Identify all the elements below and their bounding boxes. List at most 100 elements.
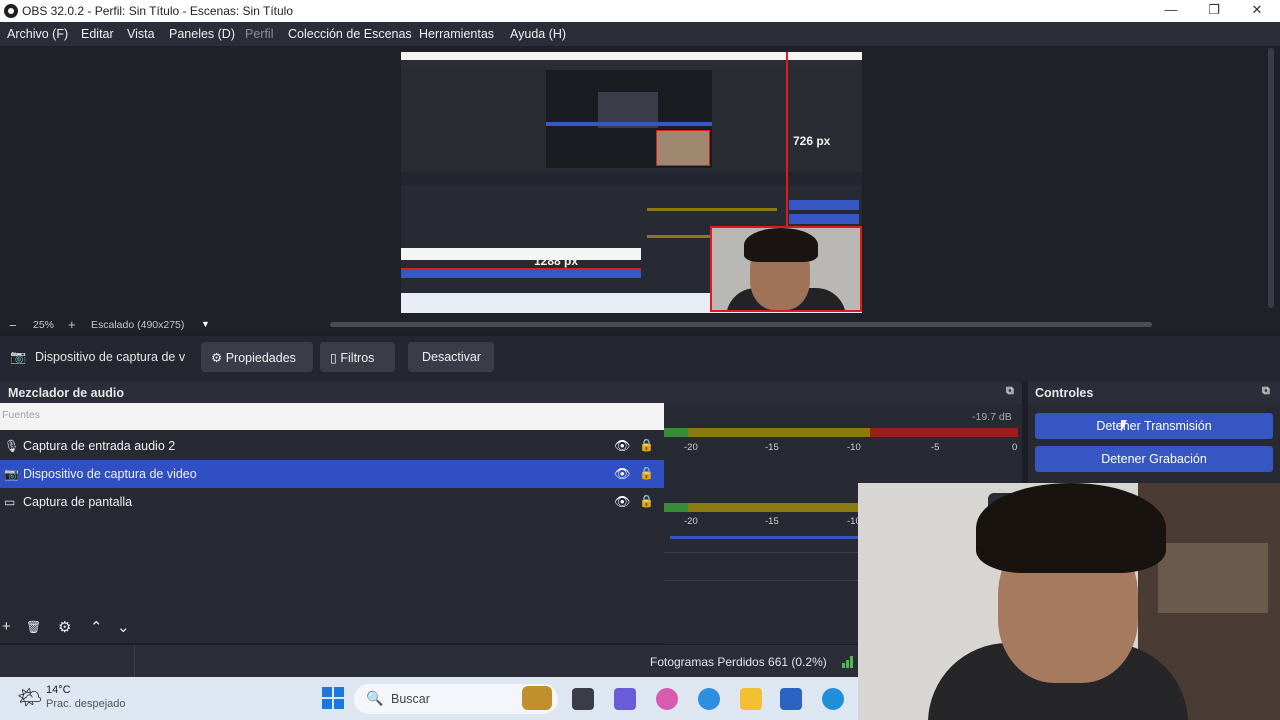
person-hair bbox=[976, 483, 1166, 573]
remove-source-button[interactable]: 🗑 bbox=[26, 620, 41, 634]
nested-toolbar bbox=[401, 172, 862, 186]
search-icon: 🔍 bbox=[366, 690, 384, 706]
monitor-icon: ▭ bbox=[4, 495, 16, 509]
source-row-audio-input[interactable]: 🎙 Captura de entrada audio 2 👁 🔒 bbox=[0, 432, 664, 460]
obs-logo-icon bbox=[4, 4, 18, 18]
microphone-icon: 🎙 bbox=[4, 439, 20, 453]
divider bbox=[664, 580, 858, 581]
volume-slider[interactable] bbox=[670, 536, 858, 539]
meter-green bbox=[664, 428, 688, 437]
tick-label: -10 bbox=[847, 442, 861, 453]
visibility-eye-icon[interactable]: 👁 bbox=[614, 466, 631, 482]
source-toolbar: 📷 Dispositivo de captura de v ⚙ Propieda… bbox=[0, 336, 1280, 382]
menu-editar[interactable]: Editar bbox=[81, 27, 114, 41]
background-shelf bbox=[1158, 543, 1268, 613]
selected-camera-source[interactable] bbox=[710, 226, 862, 312]
dock-undock-icon[interactable]: ⧉ bbox=[1006, 385, 1014, 398]
meter-yellow bbox=[688, 428, 870, 437]
nested-title-bar bbox=[401, 52, 862, 60]
widget-image-icon[interactable] bbox=[522, 686, 552, 710]
properties-button[interactable]: ⚙ Propiedades bbox=[201, 342, 313, 372]
source-label: Dispositivo de captura de video bbox=[23, 467, 197, 481]
restore-button[interactable]: ❐ bbox=[1199, 2, 1229, 20]
move-down-button[interactable]: ⌄ bbox=[117, 618, 130, 636]
status-divider bbox=[134, 645, 135, 677]
meter-yellow-2 bbox=[688, 503, 858, 512]
tick-label: -20 bbox=[684, 516, 698, 527]
active-source-name: Dispositivo de captura de v bbox=[35, 350, 186, 364]
zoom-level: 25% bbox=[33, 319, 55, 331]
zoom-out-button[interactable]: − bbox=[9, 318, 17, 333]
scaling-dropdown-icon[interactable]: ▼ bbox=[201, 319, 210, 329]
sources-header: Fuentes bbox=[0, 403, 664, 430]
camera-icon: 📷 bbox=[10, 349, 27, 364]
mixer-db-value: -19.7 dB bbox=[972, 411, 1012, 423]
menu-paneles[interactable]: Paneles (D) bbox=[169, 27, 235, 41]
tick-label: -20 bbox=[684, 442, 698, 453]
window-title: OBS 32.0.2 - Perfil: Sin Título - Escena… bbox=[22, 4, 294, 18]
menu-perfil: Perfil bbox=[245, 27, 274, 41]
tick-label: -5 bbox=[931, 442, 940, 453]
source-label: Captura de pantalla bbox=[23, 495, 133, 509]
width-guide-line bbox=[401, 268, 641, 270]
microsoft-store-icon[interactable] bbox=[780, 688, 802, 710]
height-guide-label: 726 px bbox=[793, 134, 831, 148]
teams-icon[interactable] bbox=[614, 688, 636, 710]
nested-preview bbox=[546, 70, 712, 168]
zoom-in-button[interactable]: + bbox=[68, 317, 76, 332]
source-label: Captura de entrada audio 2 bbox=[23, 439, 176, 453]
minimize-button[interactable]: — bbox=[1156, 2, 1186, 20]
task-view-icon[interactable] bbox=[572, 688, 594, 710]
properties-label: Propiedades bbox=[225, 351, 296, 365]
menu-bar: Archivo (F) Editar Vista Paneles (D) Per… bbox=[0, 22, 1280, 46]
menu-herramientas[interactable]: Herramientas bbox=[419, 27, 494, 41]
controls-header: Controles ⧉ bbox=[1028, 382, 1280, 404]
source-row-screen-capture[interactable]: ▭ Captura de pantalla 👁 🔒 bbox=[0, 488, 664, 516]
lock-icon[interactable]: 🔒 bbox=[639, 438, 654, 454]
source-settings-button[interactable]: ⚙ bbox=[58, 618, 71, 636]
preview-horizontal-scrollbar[interactable] bbox=[330, 322, 1152, 327]
deactivate-button[interactable]: Desactivar bbox=[408, 342, 494, 372]
add-source-button[interactable]: + bbox=[2, 618, 11, 635]
lock-icon[interactable]: 🔒 bbox=[639, 494, 654, 510]
meter-green-2 bbox=[664, 503, 688, 512]
stop-stream-button[interactable]: Detener Transmisión bbox=[1035, 413, 1273, 439]
tick-label: -15 bbox=[765, 516, 779, 527]
nested-selected-row bbox=[401, 270, 641, 278]
file-explorer-icon[interactable] bbox=[740, 688, 762, 710]
preview-vertical-scrollbar[interactable] bbox=[1268, 48, 1274, 308]
menu-vista[interactable]: Vista bbox=[127, 27, 155, 41]
width-guide-label: 1288 px bbox=[534, 254, 579, 268]
close-button[interactable]: ✕ bbox=[1242, 2, 1272, 20]
weather-temperature[interactable]: 14°C bbox=[46, 684, 71, 696]
visibility-eye-icon[interactable]: 👁 bbox=[614, 494, 631, 510]
search-placeholder: Buscar bbox=[391, 692, 430, 706]
copilot-icon[interactable] bbox=[656, 688, 678, 710]
controls-title: Controles bbox=[1035, 386, 1094, 400]
move-up-button[interactable]: ⌃ bbox=[90, 618, 103, 636]
controls-undock-icon[interactable]: ⧉ bbox=[1262, 385, 1270, 398]
menu-coleccion-escenas[interactable]: Colección de Escenas bbox=[288, 27, 412, 41]
menu-archivo[interactable]: Archivo (F) bbox=[7, 27, 68, 41]
nested-menu-bar bbox=[401, 60, 862, 68]
audio-mixer-title: Mezclador de audio bbox=[8, 386, 124, 400]
menu-ayuda[interactable]: Ayuda (H) bbox=[510, 27, 566, 41]
sources-footer-toolbar: + 🗑 ⚙ ⌃ ⌄ bbox=[0, 614, 664, 642]
filters-button[interactable]: ▯ Filtros bbox=[320, 342, 395, 372]
lock-icon[interactable]: 🔒 bbox=[639, 466, 654, 482]
visibility-eye-icon[interactable]: 👁 bbox=[614, 438, 631, 454]
edge-dev-icon[interactable] bbox=[698, 688, 720, 710]
mouse-cursor-icon bbox=[1121, 420, 1127, 432]
source-row-video-capture[interactable]: 📷 Dispositivo de captura de video 👁 🔒 bbox=[0, 460, 664, 488]
weather-icon: 🌤 bbox=[17, 687, 43, 709]
stop-record-button[interactable]: Detener Grabación bbox=[1035, 446, 1273, 472]
tick-label: -15 bbox=[765, 442, 779, 453]
windows-start-icon[interactable] bbox=[322, 687, 344, 709]
webcam-overlay bbox=[858, 483, 1280, 720]
gear-icon: ⚙ bbox=[211, 351, 223, 365]
tick-label: 0 bbox=[1012, 442, 1018, 453]
camera-icon: 📷 bbox=[4, 467, 19, 481]
weather-description[interactable]: Prac. despejado bbox=[46, 698, 126, 710]
edge-browser-icon[interactable] bbox=[822, 688, 844, 710]
windows-taskbar: 🌤 14°C Prac. despejado 🔍 Buscar bbox=[0, 677, 858, 720]
